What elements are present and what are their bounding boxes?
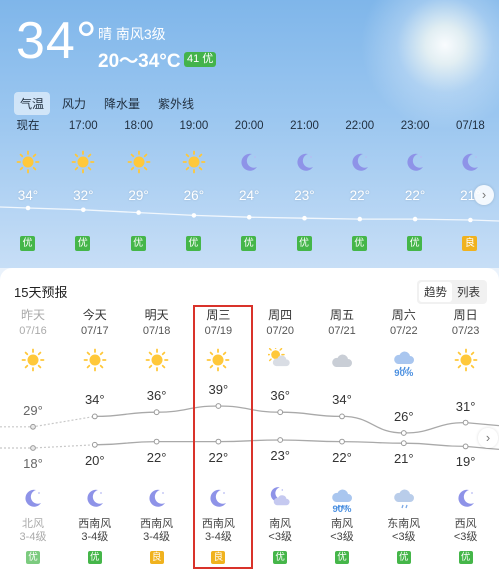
moon-icon xyxy=(407,153,424,171)
hour-temp: 26° xyxy=(183,188,205,203)
weather-app: 34° 晴 南风3级 20～34°C 41 优 气温 风力 降水量 紫外线 现在… xyxy=(0,0,499,580)
low-temp-curve-point xyxy=(400,440,407,447)
today-temp-range: 20～34°C xyxy=(98,51,181,72)
moon-icon xyxy=(352,153,368,171)
high-temp-curve-point xyxy=(153,409,160,416)
hour-aqi-badge: 优 xyxy=(185,236,201,251)
hourly-forecast: 现在 34° 优 17:00 32° 优 18:00 29° 优 19:00 26° 优 20:00 24… xyxy=(0,118,499,268)
daily-next-button[interactable]: › xyxy=(478,428,498,448)
low-temp-curve-point xyxy=(462,443,469,450)
sun-icon xyxy=(127,150,150,174)
high-temp-curve-point xyxy=(91,413,98,420)
high-temp-curve-point xyxy=(462,419,469,426)
current-condition: 晴 南风3级 xyxy=(98,26,166,42)
hour-column[interactable]: 07/18 21° 良 xyxy=(440,118,499,251)
hour-temp: 32° xyxy=(73,188,94,203)
tab-uv[interactable]: 紫外线 xyxy=(152,92,200,115)
hour-temp: 34° xyxy=(17,188,39,203)
moon-icon xyxy=(296,153,313,171)
sun-glow xyxy=(360,0,499,130)
low-temp-curve-point xyxy=(30,445,36,451)
hour-aqi-badge: 优 xyxy=(296,236,312,251)
selected-day-highlight xyxy=(193,305,253,569)
hour-column[interactable]: 18:00 29° 优 xyxy=(109,118,169,251)
hour-time: 17:00 xyxy=(68,120,98,132)
hour-column[interactable]: 19:00 26° 优 xyxy=(164,118,224,251)
low-temp-curve-past-segment xyxy=(0,444,95,449)
hour-temp: 22° xyxy=(349,188,370,203)
high-temp-curve-point xyxy=(339,413,345,420)
hour-temp: 24° xyxy=(238,188,260,203)
hour-aqi-badge: 优 xyxy=(75,236,91,251)
low-temp-curve-point xyxy=(339,438,345,445)
hour-time: 19:00 xyxy=(179,120,209,132)
low-temp-curve-point xyxy=(153,438,160,445)
hour-temp: 29° xyxy=(128,188,149,203)
hour-aqi-badge: 优 xyxy=(241,236,257,251)
hour-column[interactable]: 现在 34° 优 xyxy=(0,118,58,251)
hour-column[interactable]: 22:00 22° 优 xyxy=(330,118,390,251)
hour-aqi-badge: 优 xyxy=(351,236,367,251)
hour-time: 21:00 xyxy=(290,120,319,132)
hour-aqi-badge: 优 xyxy=(407,236,423,251)
hour-column[interactable]: 23:00 22° 优 xyxy=(385,118,445,251)
low-temp-curve-point xyxy=(91,441,98,448)
sun-icon xyxy=(16,150,40,174)
hour-aqi-badge: 优 xyxy=(20,236,35,251)
high-temp-curve-point xyxy=(30,423,36,430)
hourly-tabs: 气温 风力 降水量 紫外线 xyxy=(14,92,200,115)
tab-precipitation[interactable]: 降水量 xyxy=(98,92,146,115)
hour-time: 07/18 xyxy=(456,120,485,132)
hour-time: 现在 xyxy=(16,120,40,132)
hour-time: 22:00 xyxy=(345,120,375,132)
tab-temperature[interactable]: 气温 xyxy=(14,92,51,115)
moon-icon xyxy=(462,153,479,171)
hourly-panel: 34° 晴 南风3级 20～34°C 41 优 气温 风力 降水量 紫外线 现在… xyxy=(0,0,499,268)
sun-icon xyxy=(182,150,206,174)
high-temp-curve-point xyxy=(400,430,407,436)
hour-time: 23:00 xyxy=(400,120,430,132)
current-aqi-badge: 41 优 xyxy=(184,52,217,67)
moon-icon xyxy=(241,153,258,171)
hour-temp: 22° xyxy=(404,188,426,203)
sun-icon xyxy=(71,150,95,174)
tab-wind[interactable]: 风力 xyxy=(56,92,92,115)
current-temperature: 34° xyxy=(16,12,98,70)
hour-column[interactable]: 21:00 23° 优 xyxy=(275,118,335,251)
hour-temp: 23° xyxy=(294,188,315,203)
hour-time: 18:00 xyxy=(124,120,153,132)
hour-aqi-badge: 优 xyxy=(130,236,146,251)
hour-aqi-badge: 良 xyxy=(462,236,478,251)
hour-column[interactable]: 17:00 32° 优 xyxy=(53,118,113,251)
hour-column[interactable]: 20:00 24° 优 xyxy=(219,118,279,251)
low-temp-curve-point xyxy=(277,437,284,443)
high-temp-curve-point xyxy=(277,409,284,416)
hourly-next-button[interactable]: › xyxy=(474,185,494,205)
hour-time: 20:00 xyxy=(234,120,264,132)
high-temp-curve-past-segment xyxy=(0,415,95,428)
